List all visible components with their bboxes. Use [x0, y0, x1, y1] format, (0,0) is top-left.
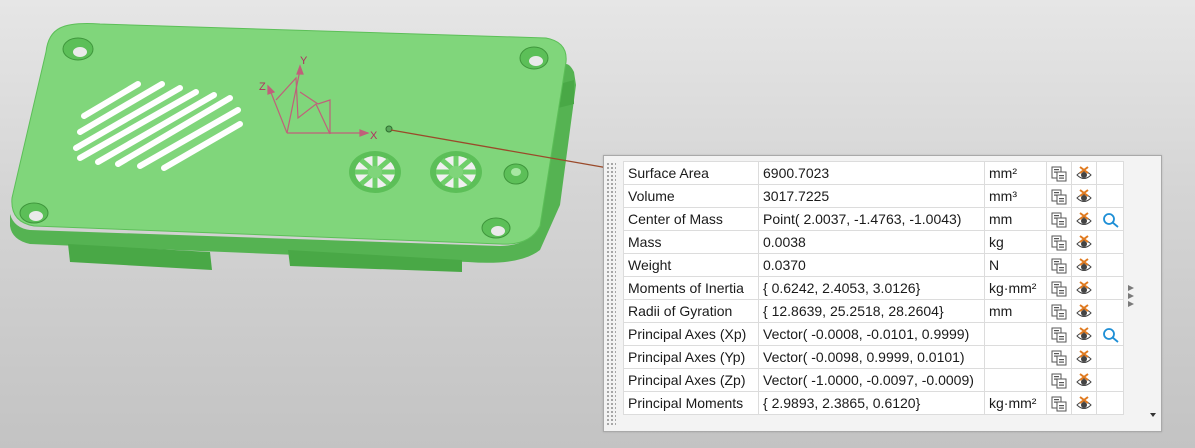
property-unit[interactable]: mm — [984, 207, 1047, 231]
copy-to-clipboard-icon[interactable] — [1051, 166, 1067, 182]
property-value[interactable]: 0.0370 — [758, 253, 985, 277]
property-name: Principal Axes (Zp) — [623, 368, 759, 392]
copy-to-clipboard-icon[interactable] — [1051, 189, 1067, 205]
property-value[interactable]: 0.0038 — [758, 230, 985, 254]
show-point-icon[interactable] — [1102, 212, 1119, 228]
copy-to-clipboard-icon[interactable] — [1051, 373, 1067, 389]
property-row[interactable]: Principal Axes (Xp) Vector( -0.0008, -0.0… — [623, 322, 1124, 346]
show-hide-eye-icon[interactable] — [1076, 211, 1092, 228]
property-name: Center of Mass — [623, 207, 759, 231]
property-row[interactable]: Center of Mass Point( 2.0037, -1.4763, -1… — [623, 207, 1124, 231]
property-row[interactable]: Principal Axes (Yp) Vector( -0.0098, 0.99… — [623, 345, 1124, 369]
property-unit[interactable] — [984, 322, 1047, 346]
property-name: Moments of Inertia — [623, 276, 759, 300]
show-hide-eye-icon[interactable] — [1076, 395, 1092, 412]
property-unit[interactable]: mm — [984, 299, 1047, 323]
chevron-down-icon[interactable] — [1150, 413, 1156, 417]
property-name: Principal Axes (Xp) — [623, 322, 759, 346]
property-name: Principal Moments — [623, 391, 759, 415]
csys-x-label: X — [370, 130, 378, 142]
show-hide-eye-icon[interactable] — [1076, 326, 1092, 343]
show-hide-eye-icon[interactable] — [1076, 234, 1092, 251]
property-unit[interactable] — [984, 345, 1047, 369]
copy-to-clipboard-icon[interactable] — [1051, 327, 1067, 343]
copy-to-clipboard-icon[interactable] — [1051, 235, 1067, 251]
copy-to-clipboard-icon[interactable] — [1051, 212, 1067, 228]
property-row[interactable]: Volume 3017.7225 mm³ — [623, 184, 1124, 208]
csys-y-label: Y — [300, 55, 308, 67]
property-value[interactable]: 3017.7225 — [758, 184, 985, 208]
show-hide-eye-icon[interactable] — [1076, 280, 1092, 297]
property-name: Volume — [623, 184, 759, 208]
fan-grille-1 — [349, 151, 401, 193]
property-unit[interactable]: mm² — [984, 161, 1047, 185]
show-hide-eye-icon[interactable] — [1076, 349, 1092, 366]
show-hide-eye-icon[interactable] — [1076, 165, 1092, 182]
property-name: Radii of Gyration — [623, 299, 759, 323]
property-unit[interactable]: kg·mm² — [984, 391, 1047, 415]
property-unit[interactable] — [984, 368, 1047, 392]
show-point-icon[interactable] — [1102, 327, 1119, 343]
property-value[interactable]: { 0.6242, 2.4053, 3.0126} — [758, 276, 985, 300]
property-row[interactable]: Radii of Gyration{ 12.8639, 25.2518, 28.… — [623, 299, 1124, 323]
property-value[interactable]: Vector( -1.0000, -0.0097, -0.0009) — [758, 368, 985, 392]
property-row[interactable]: Principal Moments{ 2.9893, 2.3865, 0.612… — [623, 391, 1124, 415]
property-row[interactable]: Mass 0.0038 kg — [623, 230, 1124, 254]
property-row[interactable]: Surface Area 6900.7023 mm² — [623, 161, 1124, 185]
property-unit[interactable]: N — [984, 253, 1047, 277]
property-value[interactable]: Vector( -0.0098, 0.9999, 0.0101) — [758, 345, 985, 369]
show-hide-eye-icon[interactable] — [1076, 188, 1092, 205]
copy-to-clipboard-icon[interactable] — [1051, 258, 1067, 274]
property-name: Weight — [623, 253, 759, 277]
property-value[interactable]: { 12.8639, 25.2518, 28.2604} — [758, 299, 985, 323]
property-row[interactable]: Moments of Inertia{ 0.6242, 2.4053, 3.01… — [623, 276, 1124, 300]
fan-grille-2 — [430, 151, 482, 193]
copy-to-clipboard-icon[interactable] — [1051, 350, 1067, 366]
property-row[interactable]: Principal Axes (Zp) Vector( -1.0000, -0.0… — [623, 368, 1124, 392]
copy-to-clipboard-icon[interactable] — [1051, 396, 1067, 412]
property-unit[interactable]: kg — [984, 230, 1047, 254]
property-row[interactable]: Weight 0.0370 N — [623, 253, 1124, 277]
property-value[interactable]: { 2.9893, 2.3865, 0.6120} — [758, 391, 985, 415]
property-value[interactable]: Vector( -0.0008, -0.0101, 0.9999) — [758, 322, 985, 346]
show-hide-eye-icon[interactable] — [1076, 372, 1092, 389]
mount-boss — [503, 163, 529, 185]
copy-to-clipboard-icon[interactable] — [1051, 281, 1067, 297]
measure-properties-panel[interactable]: Surface Area 6900.7023 mm² Volume 3017.7225 m… — [603, 155, 1162, 432]
property-name: Surface Area — [623, 161, 759, 185]
csys-z-label: Z — [259, 81, 266, 93]
show-hide-eye-icon[interactable] — [1076, 257, 1092, 274]
center-of-mass-point[interactable] — [385, 125, 393, 133]
property-name: Principal Axes (Yp) — [623, 345, 759, 369]
properties-table: Surface Area 6900.7023 mm² Volume 3017.7225 m… — [623, 161, 1124, 415]
property-unit[interactable]: mm³ — [984, 184, 1047, 208]
property-value[interactable]: Point( 2.0037, -1.4763, -1.0043) — [758, 207, 985, 231]
property-unit[interactable]: kg·mm² — [984, 276, 1047, 300]
property-value[interactable]: 6900.7023 — [758, 161, 985, 185]
property-name: Mass — [623, 230, 759, 254]
panel-drag-handle[interactable] — [606, 162, 616, 426]
expand-arrows-icon[interactable] — [1128, 285, 1140, 309]
show-hide-eye-icon[interactable] — [1076, 303, 1092, 320]
copy-to-clipboard-icon[interactable] — [1051, 304, 1067, 320]
